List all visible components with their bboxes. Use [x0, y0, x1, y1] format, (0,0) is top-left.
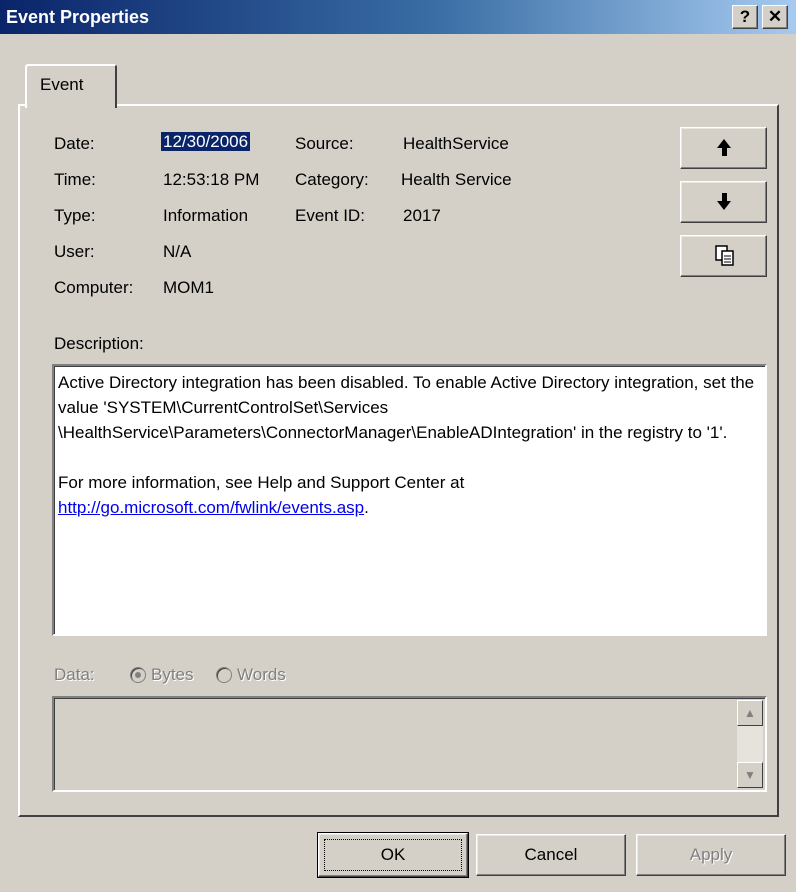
category-value[interactable]: Health Service — [401, 170, 512, 190]
focus-rect — [324, 839, 462, 871]
help-link[interactable]: http://go.microsoft.com/fwlink/events.as… — [58, 498, 364, 517]
scroll-up-icon[interactable]: ▲ — [737, 700, 763, 726]
apply-button[interactable]: Apply — [636, 834, 786, 876]
type-label: Type: — [54, 206, 96, 225]
close-button[interactable]: ✕ — [762, 5, 788, 29]
words-radio[interactable] — [216, 667, 232, 683]
source-value[interactable]: HealthService — [403, 134, 509, 154]
eventid-label: Event ID: — [295, 206, 365, 225]
arrow-down-icon — [717, 193, 731, 210]
user-value[interactable]: N/A — [163, 242, 191, 262]
data-box[interactable]: ▲ ▼ — [52, 696, 767, 792]
bytes-label: Bytes — [151, 665, 194, 684]
eventid-value[interactable]: 2017 — [403, 206, 441, 226]
date-label: Date: — [54, 134, 95, 153]
ok-button[interactable]: OK — [317, 832, 469, 878]
type-value[interactable]: Information — [163, 206, 248, 226]
data-label: Data: — [54, 665, 95, 684]
time-value[interactable]: 12:53:18 PM — [163, 170, 259, 190]
cancel-label: Cancel — [524, 845, 578, 864]
link-suffix: . — [364, 498, 369, 517]
arrow-up-icon — [717, 139, 731, 156]
bytes-radio[interactable] — [130, 667, 146, 683]
date-value[interactable]: 12/30/2006 — [161, 132, 251, 152]
previous-event-button[interactable] — [680, 127, 767, 169]
words-label: Words — [237, 665, 286, 684]
copy-icon — [715, 245, 734, 266]
description-label: Description: — [54, 334, 144, 353]
user-label: User: — [54, 242, 95, 261]
time-label: Time: — [54, 170, 96, 189]
cancel-button[interactable]: Cancel — [476, 834, 626, 876]
source-label: Source: — [295, 134, 354, 153]
category-label: Category: — [295, 170, 369, 189]
help-button[interactable]: ? — [732, 5, 758, 29]
next-event-button[interactable] — [680, 181, 767, 223]
date-value-text: 12/30/2006 — [161, 132, 251, 151]
computer-label: Computer: — [54, 278, 134, 297]
copy-button[interactable] — [680, 235, 767, 277]
description-text: Active Directory integration has been di… — [58, 373, 755, 442]
window-title: Event Properties — [6, 7, 150, 27]
description-help-text: For more information, see Help and Suppo… — [58, 473, 465, 492]
data-scrollbar[interactable]: ▲ ▼ — [737, 700, 763, 788]
description-box[interactable]: Active Directory integration has been di… — [52, 364, 767, 636]
title-bar: Event Properties ? ✕ — [0, 0, 796, 34]
tab-event[interactable]: Event — [25, 64, 117, 108]
scroll-down-icon[interactable]: ▼ — [737, 762, 763, 788]
close-icon: ✕ — [767, 7, 783, 26]
computer-value[interactable]: MOM1 — [163, 278, 214, 298]
apply-label: Apply — [689, 845, 733, 864]
tab-panel: Date: Time: Type: User: Computer: 12/30/… — [18, 104, 779, 817]
tab-event-label: Event — [40, 75, 84, 94]
